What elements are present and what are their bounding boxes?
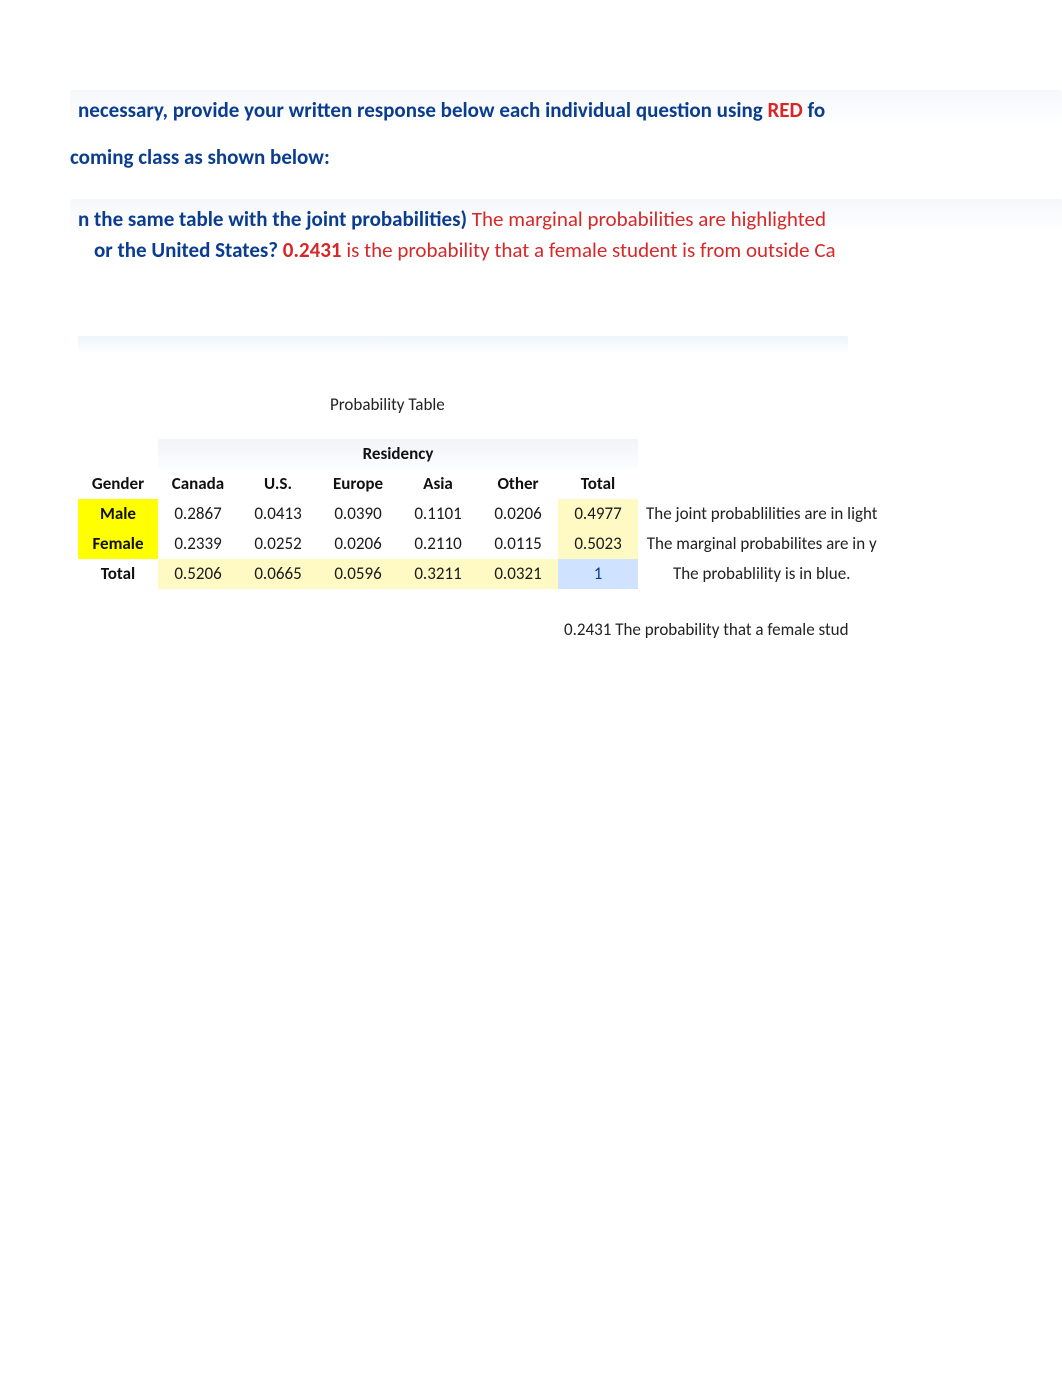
table-row: Total 0.5206 0.0665 0.0596 0.3211 0.0321… <box>78 559 885 589</box>
gender-header: Gender <box>78 469 158 499</box>
cell-value: 0.1101 <box>398 499 478 529</box>
table-row: Gender Canada U.S. Europe Asia Other Tot… <box>78 469 885 499</box>
cell-marginal: 0.4977 <box>558 499 638 529</box>
red-response: The marginal probabilities are highlight… <box>467 206 826 232</box>
text-fragment: n the same table with the joint probabil… <box>78 206 467 232</box>
empty-cell <box>78 439 158 469</box>
col-header-total: Total <box>558 469 638 499</box>
row-label-total: Total <box>78 559 158 589</box>
row-label-male: Male <box>78 499 158 529</box>
cell-marginal: 0.0665 <box>238 559 318 589</box>
cell-marginal: 0.0596 <box>318 559 398 589</box>
text-fragment: or the United States? <box>94 237 283 263</box>
cell-value: 0.2867 <box>158 499 238 529</box>
col-header-other: Other <box>478 469 558 499</box>
probability-table: Residency Gender Canada U.S. Europe Asia… <box>78 439 885 589</box>
text-fragment: fo <box>803 97 825 123</box>
instruction-line-1: necessary, provide your written response… <box>70 90 1062 129</box>
cell-value: 0.2339 <box>158 529 238 559</box>
table-caption: Probability Table <box>330 394 1062 415</box>
cell-value: 0.0206 <box>478 499 558 529</box>
empty-cell <box>638 439 885 469</box>
table-row: Female 0.2339 0.0252 0.0206 0.2110 0.011… <box>78 529 885 559</box>
instruction-line-2: coming class as shown below: <box>70 143 1062 172</box>
table-row: Male 0.2867 0.0413 0.0390 0.1101 0.0206 … <box>78 499 885 529</box>
cell-value: 0.0206 <box>318 529 398 559</box>
probability-value: 0.2431 <box>564 619 611 640</box>
below-table-note: 0.2431 The probability that a female stu… <box>564 619 1062 640</box>
answer-line-2: or the United States? 0.2431 is the prob… <box>70 236 1062 265</box>
cell-grand-total: 1 <box>558 559 638 589</box>
residency-header: Residency <box>158 439 638 469</box>
cell-value: 0.0252 <box>238 529 318 559</box>
cell-marginal: 0.5206 <box>158 559 238 589</box>
cell-value: 0.2110 <box>398 529 478 559</box>
row-note: The probablility is in blue. <box>638 559 885 589</box>
text-fragment: coming class as shown below: <box>70 144 330 170</box>
empty-cell <box>638 469 885 499</box>
text-fragment: necessary, provide your written response… <box>78 97 767 123</box>
col-header-europe: Europe <box>318 469 398 499</box>
col-header-us: U.S. <box>238 469 318 499</box>
col-header-canada: Canada <box>158 469 238 499</box>
cell-value: 0.0390 <box>318 499 398 529</box>
cell-marginal: 0.5023 <box>558 529 638 559</box>
row-label-female: Female <box>78 529 158 559</box>
cell-marginal: 0.0321 <box>478 559 558 589</box>
cell-value: 0.0413 <box>238 499 318 529</box>
text-fragment: The probability that a female stud <box>611 619 848 640</box>
document-page: necessary, provide your written response… <box>0 0 1062 640</box>
col-header-asia: Asia <box>398 469 478 499</box>
cell-marginal: 0.3211 <box>398 559 478 589</box>
red-word: RED <box>767 97 802 123</box>
row-note: The marginal probabilites are in y <box>638 529 885 559</box>
separator-bar <box>78 336 848 354</box>
answer-line-1: n the same table with the joint probabil… <box>70 199 1062 238</box>
probability-table-wrap: Residency Gender Canada U.S. Europe Asia… <box>78 439 1062 589</box>
table-row: Residency <box>78 439 885 469</box>
cell-value: 0.0115 <box>478 529 558 559</box>
row-note: The joint probablilities are in light <box>638 499 885 529</box>
red-value: 0.2431 <box>283 237 342 263</box>
red-response: is the probability that a female student… <box>342 237 836 263</box>
